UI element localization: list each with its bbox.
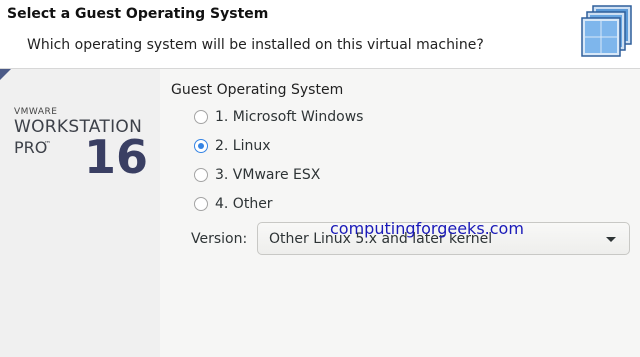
chevron-down-icon[interactable] xyxy=(606,237,616,242)
radio-label: 1. Microsoft Windows xyxy=(215,109,364,125)
radio-microsoft-windows[interactable]: 1. Microsoft Windows xyxy=(194,107,363,127)
brand-edition: PRO xyxy=(14,138,48,157)
radio-button-icon[interactable] xyxy=(194,110,208,124)
radio-linux[interactable]: 2. Linux xyxy=(194,136,271,156)
radio-label: 3. VMware ESX xyxy=(215,167,321,183)
wizard-header: Select a Guest Operating System Which op… xyxy=(0,0,640,69)
radio-vmware-esx[interactable]: 3. VMware ESX xyxy=(194,165,320,185)
radio-label: 4. Other xyxy=(215,196,273,212)
radio-button-icon[interactable] xyxy=(194,197,208,211)
brand-corner-accent xyxy=(0,69,11,80)
page-subtitle: Which operating system will be installed… xyxy=(27,37,484,53)
radio-button-icon[interactable] xyxy=(194,168,208,182)
radio-button-checked-icon[interactable] xyxy=(194,139,208,153)
brand-version-number: 16 xyxy=(84,130,149,184)
page-title: Select a Guest Operating System xyxy=(7,6,269,22)
version-label: Version: xyxy=(191,231,248,247)
watermark-text: computingforgeeks.com xyxy=(330,219,524,238)
brand-vendor: VMWARE xyxy=(14,107,58,117)
guest-os-group-title: Guest Operating System xyxy=(171,82,344,98)
radio-label: 2. Linux xyxy=(215,138,271,154)
brand-trademark: ™ xyxy=(44,140,51,148)
radio-other[interactable]: 4. Other xyxy=(194,194,273,214)
vm-windows-icon xyxy=(581,5,632,57)
